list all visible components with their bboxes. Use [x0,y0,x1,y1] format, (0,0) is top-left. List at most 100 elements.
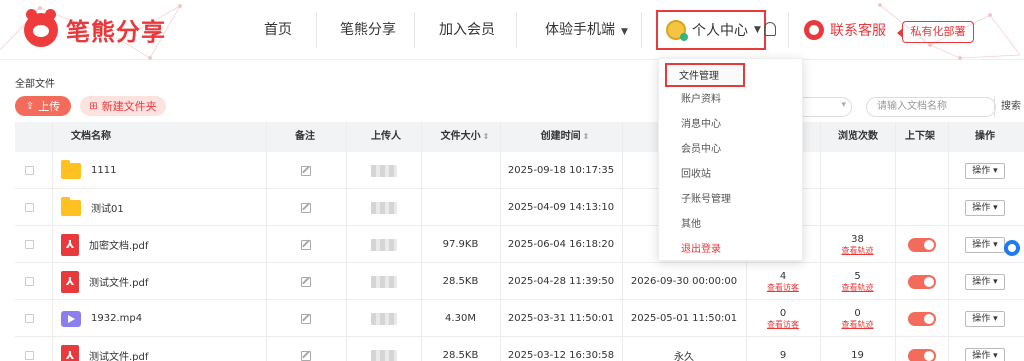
file-name-cell[interactable]: ⅄ 测试文件.pdf [61,263,271,300]
views-cell: 5 查看轨迹 [820,263,895,300]
operation-label: 操作 [972,313,991,324]
view-trace-link[interactable]: 查看轨迹 [842,246,874,256]
nav-home[interactable]: 首页 [264,0,292,60]
edit-icon[interactable] [301,350,311,361]
operation-dropdown-button[interactable]: 操作 ▾ [965,347,1005,361]
new-folder-button[interactable]: ⊞ 新建文件夹 [80,96,166,116]
caret-down-icon: ▼ [621,27,628,37]
shelf-toggle[interactable] [907,237,936,252]
table-row[interactable]: 测试01 2025-04-09 14:13:10 操作 ▾ [15,189,1024,226]
menu-item-recycle-bin[interactable]: 回收站 [659,163,804,187]
note-cell[interactable] [266,337,346,361]
col-views: 浏览次数 [838,131,878,142]
edit-icon[interactable] [301,165,311,176]
row-checkbox-cell[interactable] [23,300,35,337]
operation-dropdown-button[interactable]: 操作 ▾ [965,162,1005,179]
sort-icon: ⇕ [582,132,590,141]
operation-dropdown-button[interactable]: 操作 ▾ [965,273,1005,290]
note-cell[interactable] [266,226,346,263]
search-button[interactable]: 搜索 [994,97,1021,117]
views-cell: 38 查看轨迹 [820,226,895,263]
menu-item-sub-accounts[interactable]: 子账号管理 [659,188,804,212]
operation-dropdown-button[interactable]: 操作 ▾ [965,199,1005,216]
col-ops: 操作 [975,131,995,142]
shelf-cell [895,300,948,337]
menu-item-account[interactable]: 账户资料 [659,88,804,112]
table-row[interactable]: ⅄ 加密文档.pdf 97.9KB 2025-06-04 16:18:20 38 查看轨迹… [15,226,1024,263]
created-time: 2025-09-18 10:17:35 [507,165,615,176]
edit-icon[interactable] [301,239,311,250]
table-row[interactable]: ⅄ 测试文件.pdf 28.5KB 2025-03-12 16:30:58 永久 9 19 操… [15,337,1024,361]
col-size[interactable]: 文件大小 ⇕ [425,122,505,152]
file-name-cell[interactable]: 1111 [61,152,271,189]
edit-icon[interactable] [301,276,311,287]
shelf-cell [895,226,948,263]
shelf-cell [895,152,948,189]
file-name[interactable]: 测试文件.pdf [89,348,148,361]
view-visitors-link[interactable]: 查看访客 [767,320,799,330]
file-name[interactable]: 加密文档.pdf [89,237,148,252]
file-name[interactable]: 测试文件.pdf [89,274,148,289]
nav-mobile[interactable]: 体验手机端 ▼ [545,0,628,60]
uploader-cell [346,226,421,263]
nav-join-member[interactable]: 加入会员 [439,0,495,60]
search-input[interactable]: 请输入文档名称 [866,97,996,117]
headset-icon [804,20,824,40]
view-trace-link[interactable]: 查看轨迹 [842,320,874,330]
row-checkbox[interactable] [24,240,34,249]
menu-item-file-manage[interactable]: 文件管理 [665,63,745,87]
private-deploy-button[interactable]: 私有化部署 [897,21,974,43]
file-name-cell[interactable]: 测试01 [61,189,271,226]
note-cell[interactable] [266,189,346,226]
col-created[interactable]: 创建时间 ⇕ [520,122,610,152]
table-row[interactable]: ⅄ 测试文件.pdf 28.5KB 2025-04-28 11:39:50 2026-0… [15,263,1024,300]
breadcrumb[interactable]: 全部文件 [15,75,55,90]
note-cell[interactable] [266,152,346,189]
row-checkbox[interactable] [24,166,34,175]
contact-service[interactable]: 联系客服 [804,20,886,40]
uploader-name-redacted [370,312,397,325]
row-checkbox[interactable] [24,277,34,286]
file-name-cell[interactable]: ⅄ 测试文件.pdf [61,337,271,361]
views-cell: 19 [820,337,895,361]
operation-dropdown-button[interactable]: 操作 ▾ [965,310,1005,327]
user-center-dropdown: 文件管理 账户资料 消息中心 会员中心 回收站 子账号管理 其他 退出登录 [658,58,803,261]
logo[interactable]: 笔熊分享 [24,8,166,47]
upload-button[interactable]: ⇪ 上传 [15,96,71,116]
row-checkbox[interactable] [24,203,34,212]
row-checkbox[interactable] [24,314,34,323]
nav-share[interactable]: 笔熊分享 [340,0,396,60]
shelf-toggle[interactable] [907,274,936,289]
bell-icon[interactable] [764,22,776,36]
operation-dropdown-button[interactable]: 操作 ▾ [965,236,1005,253]
row-checkbox-cell[interactable] [23,337,35,361]
file-name-cell[interactable]: 1932.mp4 [61,300,271,337]
file-name-cell[interactable]: ⅄ 加密文档.pdf [61,226,271,263]
chat-float-icon[interactable] [1004,240,1020,256]
row-checkbox-cell[interactable] [23,152,35,189]
note-cell[interactable] [266,300,346,337]
row-checkbox-cell[interactable] [23,189,35,226]
edit-icon[interactable] [301,202,311,213]
table-row[interactable]: 1111 2025-09-18 10:17:35 操作 ▾ [15,152,1024,189]
menu-item-member[interactable]: 会员中心 [659,138,804,162]
menu-item-logout[interactable]: 退出登录 [659,238,804,262]
file-name[interactable]: 1932.mp4 [91,313,142,324]
shelf-toggle[interactable] [907,311,936,326]
note-cell[interactable] [266,263,346,300]
menu-item-other[interactable]: 其他 [659,213,804,237]
file-name[interactable]: 测试01 [91,200,124,215]
file-name[interactable]: 1111 [91,165,116,176]
uploader-name-redacted [370,349,397,361]
view-trace-link[interactable]: 查看轨迹 [842,283,874,293]
user-center-menu[interactable]: 个人中心 ▼ [656,10,766,50]
row-checkbox-cell[interactable] [23,226,35,263]
shelf-toggle[interactable] [907,348,936,361]
edit-icon[interactable] [301,313,311,324]
row-checkbox-cell[interactable] [23,263,35,300]
table-row[interactable]: 1932.mp4 4.30M 2025-03-31 11:50:01 2025-05-… [15,300,1024,337]
menu-item-messages[interactable]: 消息中心 [659,113,804,137]
row-checkbox[interactable] [24,351,34,360]
nav-divider [641,12,642,48]
view-visitors-link[interactable]: 查看访客 [767,283,799,293]
